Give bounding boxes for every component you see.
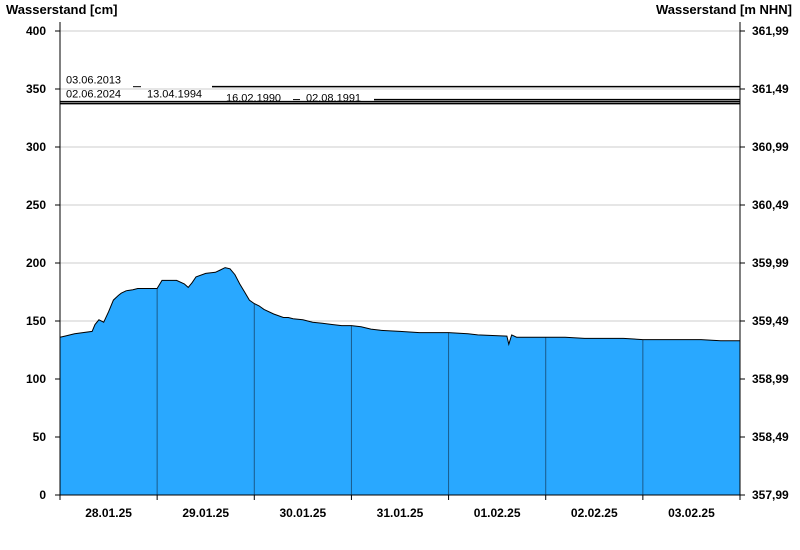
x-tick-label: 30.01.25 [279,506,326,520]
y-tick-label-left: 150 [26,314,46,328]
y-tick-label-right: 358,49 [752,430,789,444]
x-tick-label: 03.02.25 [668,506,715,520]
reference-label: 16.02.1990 [226,93,281,105]
reference-label: 13.04.1994 [147,89,202,101]
y-tick-label-right: 360,49 [752,198,789,212]
y-tick-label-left: 300 [26,140,46,154]
y-tick-label-right: 359,49 [752,314,789,328]
y-tick-label-left: 100 [26,372,46,386]
y-tick-label-right: 361,99 [752,24,789,38]
reference-label: 02.06.2024 [66,89,121,101]
x-tick-label: 29.01.25 [182,506,229,520]
y-tick-label-left: 200 [26,256,46,270]
water-level-chart: 03.06.2013 02.06.2024 13.04.1994 16.02.1990… [6,2,792,520]
x-tick-label: 31.01.25 [377,506,424,520]
water-level-area [60,267,740,495]
y-tick-label-left: 250 [26,198,46,212]
y-tick-label-left: 400 [26,24,46,38]
y-tick-label-right: 361,49 [752,82,789,96]
y-tick-label-left: 350 [26,82,46,96]
x-tick-label: 02.02.25 [571,506,618,520]
y-tick-label-right: 359,99 [752,256,789,270]
y-tick-label-right: 357,99 [752,488,789,502]
reference-label: 02.08.1991 [306,93,361,105]
reference-lines: 03.06.2013 02.06.2024 13.04.1994 16.02.1990… [60,75,740,105]
y-tick-label-right: 360,99 [752,140,789,154]
y-tick-label-left: 0 [39,488,46,502]
reference-label: 03.06.2013 [66,75,121,87]
y-tick-label-left: 50 [33,430,47,444]
x-tick-label: 28.01.25 [85,506,132,520]
x-tick-label: 01.02.25 [474,506,521,520]
y-tick-label-right: 358,99 [752,372,789,386]
y-axis-title-left: Wasserstand [cm] [6,2,118,17]
y-axis-title-right: Wasserstand [m NHN] [656,2,792,17]
